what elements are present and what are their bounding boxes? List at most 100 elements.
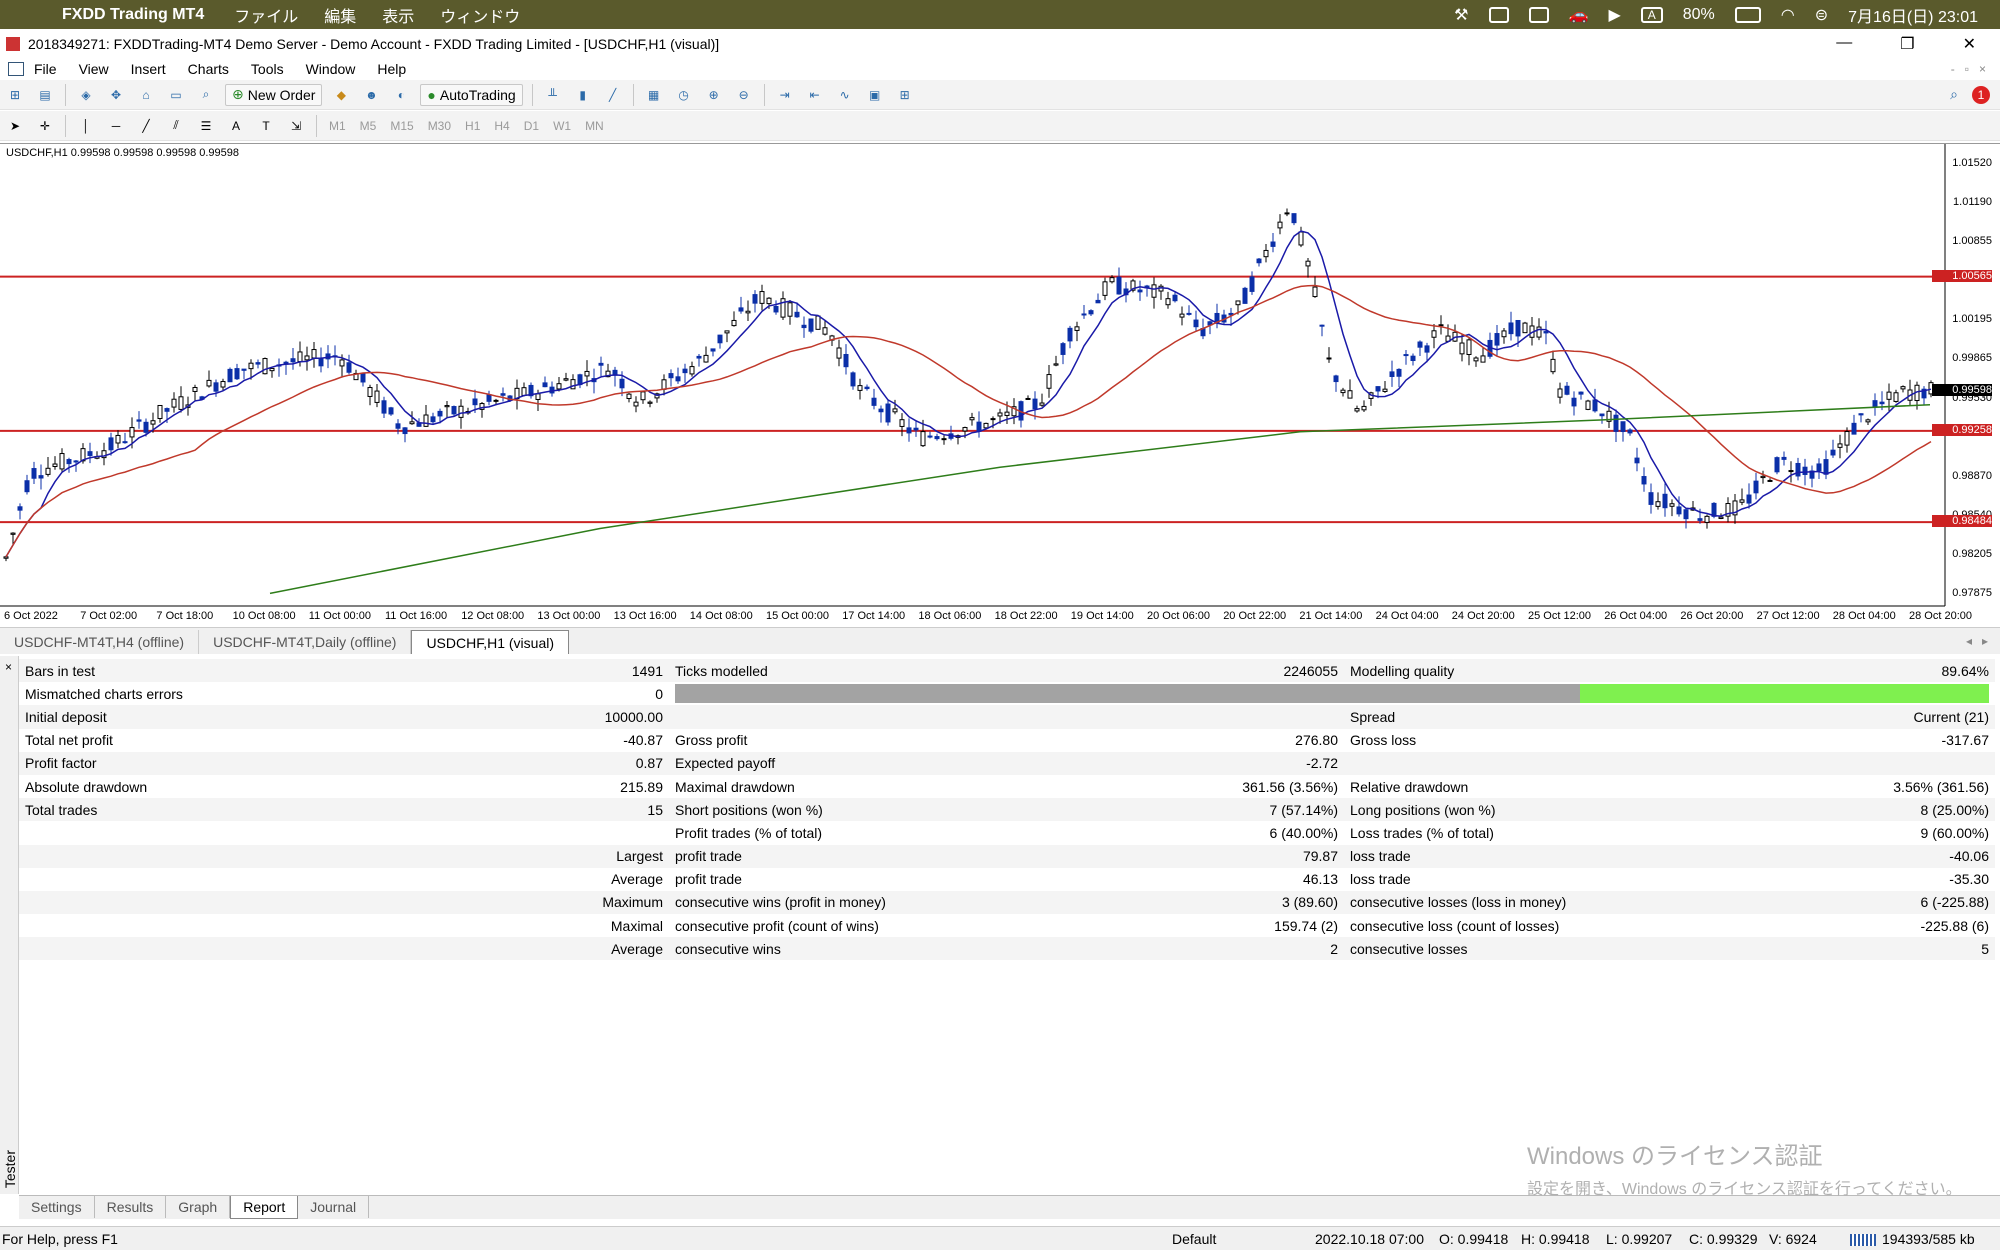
- bar-chart-icon[interactable]: ╨: [542, 84, 564, 106]
- notification-badge[interactable]: 1: [1972, 85, 1990, 104]
- display-status-icon[interactable]: [1488, 6, 1509, 23]
- zoom-out-icon[interactable]: ⊖: [733, 84, 755, 106]
- input-method-icon[interactable]: A: [1640, 6, 1663, 23]
- mac-menu-window[interactable]: ウィンドウ: [440, 3, 520, 27]
- timeframe-m30[interactable]: M30: [428, 119, 451, 133]
- app-menu-name[interactable]: FXDD Trading MT4: [62, 6, 204, 24]
- menu-file[interactable]: File: [34, 61, 57, 77]
- candle-body: [66, 459, 72, 465]
- timeframe-d1[interactable]: D1: [524, 119, 539, 133]
- market-watch-icon[interactable]: ◈: [75, 84, 97, 106]
- timeframe-w1[interactable]: W1: [553, 119, 571, 133]
- menu-insert[interactable]: Insert: [131, 61, 166, 77]
- tab-graph[interactable]: Graph: [166, 1196, 231, 1218]
- line-chart-icon[interactable]: ╱: [602, 84, 624, 106]
- tile-windows-icon[interactable]: ▦: [643, 84, 665, 106]
- document-icon[interactable]: [8, 62, 24, 76]
- mac-menu-view[interactable]: 表示: [382, 3, 414, 27]
- market-icon[interactable]: ◐: [390, 84, 412, 106]
- menu-help[interactable]: Help: [377, 61, 406, 77]
- candle-body: [1634, 457, 1640, 464]
- tab-usdchf-daily[interactable]: USDCHF-MT4T,Daily (offline): [199, 630, 412, 654]
- menu-tools[interactable]: Tools: [251, 61, 284, 77]
- tab-settings[interactable]: Settings: [19, 1196, 95, 1218]
- report-value-1: 15: [519, 798, 669, 822]
- candle-body: [661, 379, 667, 390]
- candle-body: [1270, 241, 1276, 247]
- candle-body: [3, 556, 9, 559]
- trendline-icon[interactable]: ╱: [135, 115, 157, 137]
- tab-usdchf-h4[interactable]: USDCHF-MT4T,H4 (offline): [0, 630, 200, 654]
- wifi-icon[interactable]: ◠: [1781, 5, 1795, 25]
- tab-results[interactable]: Results: [95, 1196, 167, 1218]
- terminal-icon[interactable]: ▭: [165, 84, 187, 106]
- text-label-icon[interactable]: T: [255, 115, 277, 137]
- templates-icon[interactable]: ▣: [864, 84, 886, 106]
- indicators-icon[interactable]: ∿: [834, 84, 856, 106]
- close-icon[interactable]: ✕: [1963, 34, 1976, 54]
- candle-body: [1501, 330, 1507, 338]
- signals-icon[interactable]: ☻: [360, 84, 382, 106]
- tab-report[interactable]: Report: [230, 1196, 299, 1219]
- candle-body: [850, 372, 856, 387]
- tab-journal[interactable]: Journal: [298, 1196, 370, 1218]
- minimize-icon[interactable]: —: [1836, 34, 1852, 54]
- menu-charts[interactable]: Charts: [188, 61, 229, 77]
- timeframe-h1[interactable]: H1: [465, 119, 480, 133]
- play-status-icon[interactable]: ▶: [1608, 5, 1620, 25]
- menu-view[interactable]: View: [79, 61, 109, 77]
- horizontal-line-icon[interactable]: ─: [105, 115, 127, 137]
- zoom-in-icon[interactable]: ⊕: [703, 84, 725, 106]
- timeframe-m15[interactable]: M15: [390, 119, 413, 133]
- crosshair-icon[interactable]: ✛: [34, 115, 56, 137]
- car-status-icon[interactable]: 🚗: [1569, 5, 1589, 25]
- tab-usdchf-h1-visual[interactable]: USDCHF,H1 (visual): [411, 630, 570, 654]
- experts-icon[interactable]: ⊞: [894, 84, 916, 106]
- timeframe-h4[interactable]: H4: [494, 119, 509, 133]
- new-order-button[interactable]: ⊕ New Order: [225, 83, 323, 106]
- text-icon[interactable]: A: [225, 115, 247, 137]
- price-chart[interactable]: USDCHF,H1 0.99598 0.99598 0.99598 0.9959…: [0, 143, 2000, 627]
- time-axis-label: 20 Oct 06:00: [1147, 610, 1210, 622]
- menu-clock[interactable]: 7月16日(日) 23:01: [1848, 3, 1978, 27]
- chart-shift-icon[interactable]: ⇤: [804, 84, 826, 106]
- mac-menu-edit[interactable]: 編集: [324, 3, 356, 27]
- periods-icon[interactable]: ◷: [673, 84, 695, 106]
- report-label-3: Relative drawdown: [1350, 778, 1469, 795]
- search-icon[interactable]: ⌕: [1950, 86, 1958, 103]
- metaeditor-icon[interactable]: ◆: [330, 84, 352, 106]
- report-label-3: Loss trades (% of total): [1350, 824, 1494, 841]
- fibonacci-icon[interactable]: ☰: [195, 115, 217, 137]
- navigator-icon[interactable]: ⌂: [135, 84, 157, 106]
- data-window-icon[interactable]: ✥: [105, 84, 127, 106]
- tester-close-icon[interactable]: ×: [5, 660, 12, 674]
- screens-status-icon[interactable]: [1528, 6, 1549, 23]
- profiles-icon[interactable]: ▤: [34, 84, 56, 106]
- autotrading-button[interactable]: ● AutoTrading: [420, 83, 523, 106]
- strategy-tester-icon[interactable]: ⌕: [195, 84, 217, 106]
- new-order-label: New Order: [247, 86, 316, 103]
- arrows-icon[interactable]: ⇲: [285, 115, 307, 137]
- mdi-controls[interactable]: - ▫ ×: [1951, 62, 1986, 76]
- vertical-line-icon[interactable]: │: [75, 115, 97, 137]
- mac-menu-file[interactable]: ファイル: [234, 3, 298, 27]
- menu-window[interactable]: Window: [306, 61, 356, 77]
- candlestick-icon[interactable]: ▮: [572, 84, 594, 106]
- connection-status-icon[interactable]: [1850, 1234, 1876, 1246]
- tab-scroll-arrows[interactable]: ◂ ▸: [1966, 634, 2000, 654]
- candle-body: [38, 475, 44, 479]
- candle-body: [766, 297, 772, 305]
- candle-body: [920, 431, 926, 447]
- timeframe-m5[interactable]: M5: [360, 119, 377, 133]
- timeframe-m1[interactable]: M1: [329, 119, 346, 133]
- new-chart-icon[interactable]: ⊞: [4, 84, 26, 106]
- auto-scroll-icon[interactable]: ⇥: [774, 84, 796, 106]
- control-center-icon[interactable]: ⊜: [1815, 5, 1828, 25]
- timeframe-mn[interactable]: MN: [585, 119, 604, 133]
- restore-icon[interactable]: ❐: [1900, 34, 1914, 54]
- chart-canvas[interactable]: [0, 144, 2000, 628]
- battery-icon[interactable]: [1734, 6, 1761, 23]
- channel-icon[interactable]: ⫽: [165, 115, 187, 137]
- cursor-icon[interactable]: ➤: [4, 115, 26, 137]
- tools-status-icon[interactable]: ⚒: [1454, 5, 1468, 25]
